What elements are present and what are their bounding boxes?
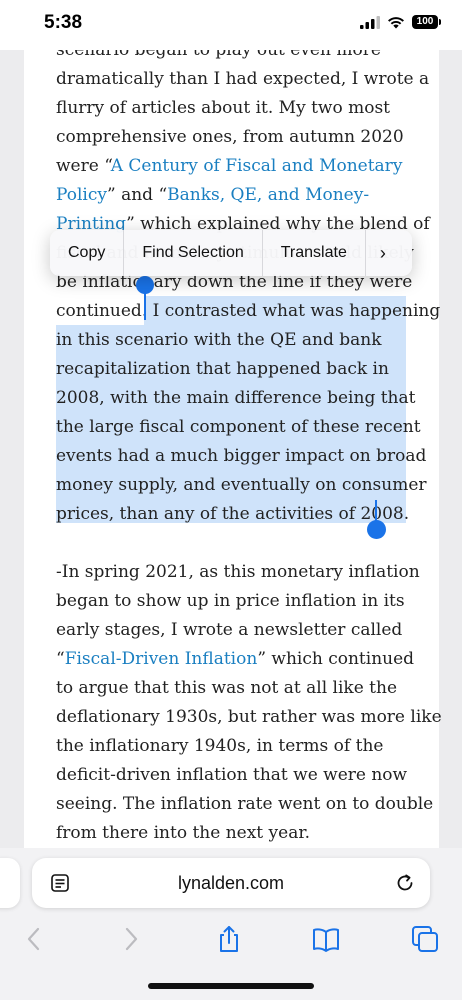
article-link[interactable]: Banks, QE, and Money- — [167, 185, 369, 205]
back-icon[interactable] — [19, 924, 49, 954]
text-span: early stages, I wrote a newsletter calle… — [56, 620, 403, 640]
status-icons: 100 — [360, 15, 441, 29]
text-span: “ — [56, 649, 65, 669]
text-line: events had a much bigger impact on broad — [56, 442, 426, 471]
forward-icon[interactable] — [116, 924, 146, 954]
text-line: were “A Century of Fiscal and Monetary — [56, 152, 416, 181]
selection-start-handle-stem — [144, 290, 146, 320]
selected-text: prices, than any of the activities of 20… — [56, 504, 410, 524]
selected-text: events had a much bigger impact on broad — [56, 446, 427, 466]
home-indicator — [148, 983, 314, 989]
text-line: from there into the next year. — [56, 819, 416, 848]
text-line: dramatically than I had expected, I wrot… — [56, 65, 429, 94]
text-span: flurry of articles about it. My two most — [56, 98, 391, 118]
selected-text: the large fiscal component of these rece… — [56, 417, 421, 437]
text-span: -In spring 2021, as this monetary inflat… — [56, 562, 420, 582]
find-selection-button[interactable]: Find Selection — [124, 230, 263, 276]
text-line: prices, than any of the activities of 20… — [56, 500, 416, 529]
selection-start-handle[interactable] — [136, 276, 154, 294]
text-span: deflationary 1930s, but rather was more … — [56, 707, 442, 727]
selected-text: recapitalization that happened back in — [56, 359, 389, 379]
address-bar[interactable]: lynalden.com — [32, 858, 430, 908]
more-options-button[interactable]: › — [366, 230, 400, 276]
url-text: lynalden.com — [177, 873, 285, 893]
text-span: ” and “ — [106, 185, 168, 205]
text-line: began to show up in price inflation in i… — [56, 587, 416, 616]
cellular-signal-icon — [360, 15, 380, 29]
text-line: money supply, and eventually on consumer — [56, 471, 427, 500]
text-span: comprehensive ones, from autumn 2020 — [56, 127, 404, 147]
copy-button[interactable]: Copy — [50, 230, 125, 276]
article-link[interactable]: Fiscal-Driven Inflation — [65, 649, 258, 669]
text-span: from there into the next year. — [56, 823, 311, 843]
wifi-icon — [388, 16, 404, 28]
browser-bottom-bar: lynalden.com — [0, 848, 462, 1000]
text-line: seeing. The inflation rate went on to do… — [56, 790, 433, 819]
text-span: ” which continued — [257, 649, 415, 669]
text-line: flurry of articles about it. My two most — [56, 94, 416, 123]
share-icon[interactable] — [214, 924, 244, 954]
text-span: dramatically than I had expected, I wrot… — [56, 69, 430, 89]
translate-button[interactable]: Translate — [263, 230, 366, 276]
text-line: “Fiscal-Driven Inflation” which continue… — [56, 645, 416, 674]
safari-screen: scenario began to play out even more dram… — [0, 0, 462, 1000]
text-line: recapitalization that happened back in — [56, 355, 416, 384]
selection-end-handle[interactable] — [367, 520, 386, 539]
text-span: continued. — [56, 301, 153, 321]
selected-text: I contrasted what was happening — [152, 301, 441, 321]
text-span: began to show up in price inflation in i… — [56, 591, 405, 611]
text-line: in this scenario with the QE and bank — [56, 326, 416, 355]
text-line: deflationary 1930s, but rather was more … — [56, 703, 442, 732]
text-line: the large fiscal component of these rece… — [56, 413, 421, 442]
safari-toolbar — [0, 920, 462, 960]
status-time: 5:38 — [44, 12, 83, 33]
article-link[interactable]: A Century of Fiscal and Monetary — [111, 156, 403, 176]
text-line: Policy” and “Banks, QE, and Money- — [56, 181, 416, 210]
text-line: deficit-driven inflation that we were no… — [56, 761, 416, 790]
previous-tab-peek[interactable] — [0, 858, 20, 908]
article-link[interactable]: Policy — [56, 185, 107, 205]
text-line: -In spring 2021, as this monetary inflat… — [56, 558, 420, 587]
text-selection-menu: Copy Find Selection Translate › — [50, 230, 412, 276]
selected-text: 2008, with the main difference being tha… — [56, 388, 416, 408]
text-line: 2008, with the main difference being tha… — [56, 384, 416, 413]
text-line: comprehensive ones, from autumn 2020 — [56, 123, 416, 152]
text-span: deficit-driven inflation that we were no… — [56, 765, 408, 785]
text-span: to argue that this was not at all like t… — [56, 678, 398, 698]
text-span: seeing. The inflation rate went on to do… — [56, 794, 434, 814]
article-body: scenario began to play out even more dram… — [56, 36, 442, 848]
status-bar: 5:38 100 — [0, 0, 462, 50]
selected-text: in this scenario with the QE and bank — [56, 330, 382, 350]
selected-text: money supply, and eventually on consumer — [56, 475, 427, 495]
text-span: the inflationary 1940s, in terms of the — [56, 736, 384, 756]
text-line: continued. I contrasted what was happeni… — [56, 297, 440, 326]
battery-icon: 100 — [412, 15, 441, 29]
text-span: were “ — [56, 156, 111, 176]
tabs-icon[interactable] — [410, 924, 440, 954]
text-line: early stages, I wrote a newsletter calle… — [56, 616, 416, 645]
text-line: to argue that this was not at all like t… — [56, 674, 416, 703]
reload-icon[interactable] — [394, 872, 416, 894]
bookmarks-icon[interactable] — [311, 924, 341, 954]
text-line: the inflationary 1940s, in terms of the — [56, 732, 416, 761]
